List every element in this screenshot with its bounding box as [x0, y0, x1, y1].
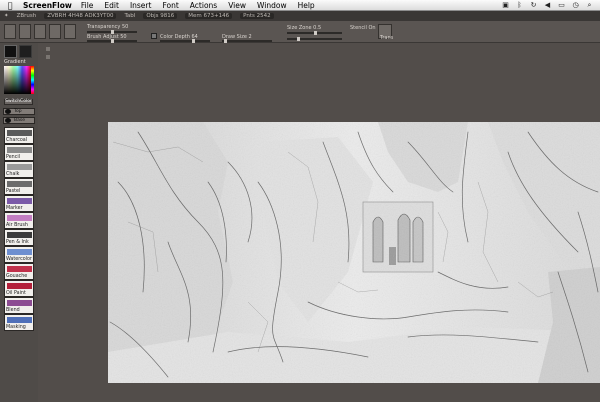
mem-readout: Mem 673+146	[185, 13, 233, 19]
layer-top-label: Top	[14, 109, 22, 114]
move-button[interactable]	[64, 24, 76, 39]
tool-label: Masking	[6, 325, 26, 330]
tool-air-brush[interactable]: Air Brush	[4, 212, 34, 229]
tool-label: Gouache	[6, 274, 28, 279]
tool-marker[interactable]: Marker	[4, 195, 34, 212]
tool-label: Oil Paint	[6, 291, 26, 296]
hue-strip[interactable]	[31, 66, 34, 94]
pen-stroke-icon	[7, 232, 32, 238]
tool-label: Charcoal	[6, 138, 28, 143]
status-strip: ✦ ZBrush ZVBRH 4H48 ADK3YT00 Tabl Objs 9…	[0, 11, 600, 21]
doc-marker	[46, 47, 50, 51]
menu-insert[interactable]: Insert	[130, 1, 152, 10]
layer-base-label: Base	[14, 118, 25, 123]
menubar-extras: ▣ ᛒ ↻ ◀ ▭ ◷ ⌕	[501, 1, 594, 9]
layer-top[interactable]: Top	[3, 108, 35, 115]
left-palette: Gradient SwitchColor Top Base Charcoal P…	[0, 43, 38, 402]
pencil-stroke-icon	[7, 147, 32, 153]
tool-name: Tabl	[124, 13, 136, 19]
background-color[interactable]	[19, 45, 32, 58]
brush-button[interactable]	[4, 24, 16, 39]
brush-adjust-slider[interactable]	[87, 39, 137, 43]
tool-oil-paint[interactable]: Oil Paint	[4, 280, 34, 297]
sync-icon[interactable]: ↻	[529, 1, 538, 9]
tool-watercolor[interactable]: Watercolor	[4, 246, 34, 263]
foreground-color[interactable]	[4, 45, 17, 58]
doc-status: ZVBRH 4H48 ADK3YT00	[44, 13, 117, 19]
color-picker[interactable]	[4, 66, 31, 94]
transparency-slider[interactable]	[87, 30, 137, 34]
menu-view[interactable]: View	[228, 1, 246, 10]
paint-button[interactable]	[34, 24, 46, 39]
gradient-label: Gradient	[4, 59, 26, 65]
layer-base[interactable]: Base	[3, 117, 35, 124]
tool-label: Chalk	[6, 172, 20, 177]
sketch-drawing	[108, 122, 600, 383]
tool-label: Watercolor	[6, 257, 32, 262]
menu-actions[interactable]: Actions	[190, 1, 217, 10]
tool-pencil[interactable]: Pencil	[4, 144, 34, 161]
clock-icon[interactable]: ◷	[571, 1, 580, 9]
transparency-label: Transparency 50	[87, 24, 129, 30]
objs-count: Objs 9816	[143, 13, 178, 19]
pencil-button[interactable]	[19, 24, 31, 39]
tool-blend[interactable]: Blend	[4, 297, 34, 314]
tool-label: Pencil	[6, 155, 21, 160]
menu-file[interactable]: File	[81, 1, 94, 10]
draw-size-slider[interactable]	[222, 39, 272, 43]
switch-color-button[interactable]: SwitchColor	[4, 99, 33, 105]
menu-font[interactable]: Font	[162, 1, 178, 10]
tool-label: Pen & Ink	[6, 240, 29, 245]
screen-icon[interactable]: ▣	[501, 1, 510, 9]
tool-masking[interactable]: Masking	[4, 314, 34, 331]
spotlight-icon[interactable]: ⌕	[585, 1, 594, 9]
tool-pen-ink[interactable]: Pen & Ink	[4, 229, 34, 246]
trans-label: Trans	[380, 35, 394, 41]
color-swatch[interactable]	[151, 33, 157, 39]
watercolor-stroke-icon	[7, 249, 32, 255]
size-zone-slider[interactable]	[287, 31, 342, 35]
pastel-stroke-icon	[7, 181, 32, 187]
app-window:  ScreenFlow File Edit Insert Font Actio…	[0, 0, 600, 402]
doc-marker	[46, 55, 50, 59]
points-readout: Pnts 2542	[240, 13, 274, 19]
zbrush-logo-icon: ✦	[4, 13, 9, 19]
toolbar: Transparency 50 Brush Adjust 50 Color De…	[0, 21, 600, 43]
marker-stroke-icon	[7, 198, 32, 204]
oilpaint-stroke-icon	[7, 283, 32, 289]
volume-icon[interactable]: ◀	[543, 1, 552, 9]
tool-label: Marker	[6, 206, 23, 211]
menu-window[interactable]: Window	[257, 1, 287, 10]
tool-label: Air Brush	[6, 223, 28, 228]
layer-button[interactable]	[49, 24, 61, 39]
color-depth-slider[interactable]	[160, 39, 210, 43]
app-title: ZBrush	[16, 13, 37, 19]
chalk-stroke-icon	[7, 164, 32, 170]
stencil-label[interactable]: Stencil On	[350, 25, 376, 31]
bluetooth-icon[interactable]: ᛒ	[515, 1, 524, 9]
tool-gouache[interactable]: Gouache	[4, 263, 34, 280]
gouache-stroke-icon	[7, 266, 32, 272]
menu-edit[interactable]: Edit	[104, 1, 119, 10]
airbrush-stroke-icon	[7, 215, 32, 221]
tool-charcoal[interactable]: Charcoal	[4, 127, 34, 144]
app-menu[interactable]: ScreenFlow	[23, 1, 72, 10]
secondary-slider[interactable]	[287, 37, 342, 41]
menu-help[interactable]: Help	[298, 1, 315, 10]
masking-stroke-icon	[7, 317, 32, 323]
tool-chalk[interactable]: Chalk	[4, 161, 34, 178]
eye-icon[interactable]	[5, 109, 11, 114]
apple-icon[interactable]: 	[5, 1, 15, 10]
menubar:  ScreenFlow File Edit Insert Font Actio…	[0, 0, 600, 11]
blend-stroke-icon	[7, 300, 32, 306]
canvas-artwork[interactable]	[108, 122, 600, 383]
tool-label: Pastel	[6, 189, 21, 194]
charcoal-stroke-icon	[7, 130, 32, 136]
eye-icon[interactable]	[5, 118, 11, 123]
tool-pastel[interactable]: Pastel	[4, 178, 34, 195]
tool-label: Blend	[6, 308, 20, 313]
battery-icon[interactable]: ▭	[557, 1, 566, 9]
